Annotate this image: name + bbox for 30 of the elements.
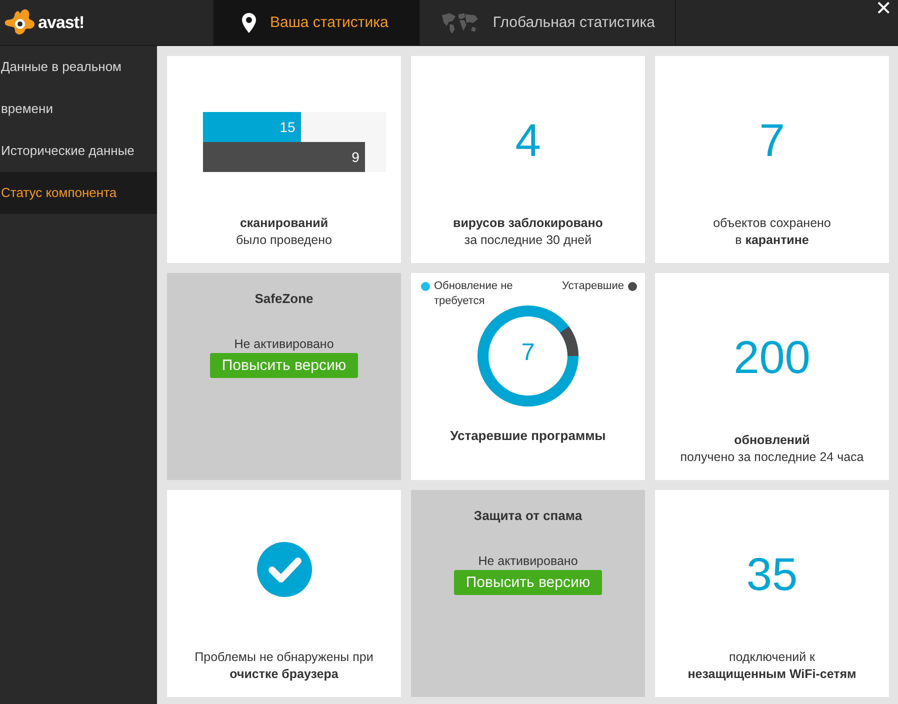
tile-caption: подключений к незащищенным WiFi-сетям [688,649,856,683]
legend-label: Устаревшие [562,279,624,294]
tile-caption: объектов сохранено в карантине [713,215,831,249]
tile-title: Защита от спама [474,508,582,523]
logo-text: avast! [38,12,84,32]
tile-caption: сканирований было проведено [236,215,332,249]
tile-caption: вирусов заблокировано за последние 30 дней [453,215,603,249]
sidebar-item[interactable]: Исторические данные [0,130,157,172]
logo-icon [4,8,36,38]
tab[interactable]: Ваша статистика [213,0,420,45]
stat-number: 35 [746,546,798,600]
stat-number: 7 [759,112,785,166]
sidebar-item[interactable]: Статус компонента [0,172,157,214]
world-map-icon [440,10,479,34]
sidebar-item[interactable]: Данные в реальном времени [0,46,157,130]
tile-caption: Проблемы не обнаружены при очистке браузера [194,649,374,683]
tile-caption: обновлений получено за последние 24 часа [680,432,864,466]
status-text: Не активировано [478,554,578,568]
check-icon [256,542,312,597]
tile-caption: Устаревшие программы [450,427,606,444]
donut-value: 7 [520,339,536,367]
stat-number: 200 [734,330,810,384]
tile-title: SafeZone [254,291,314,306]
stat-bar: 9 [202,142,366,172]
status-text: Не активировано [234,337,334,351]
stat-bar: 15 [202,112,302,142]
stat-number: 4 [515,112,541,166]
pin-icon [242,12,256,32]
legend-label: Обновление не требуется [434,279,514,309]
close-button[interactable]: ✕ [875,0,892,20]
